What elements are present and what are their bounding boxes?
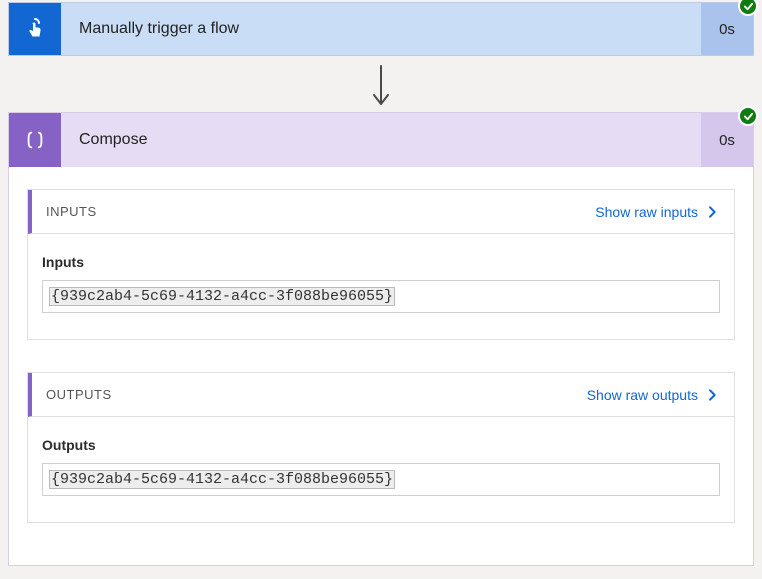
trigger-card[interactable]: Manually trigger a flow 0s xyxy=(8,2,754,56)
show-raw-inputs-label: Show raw inputs xyxy=(595,204,698,220)
compose-title: Compose xyxy=(61,113,701,167)
outputs-header-title: OUTPUTS xyxy=(46,387,112,402)
compose-body: INPUTS Show raw inputs Inputs {939c2ab4-… xyxy=(9,167,753,565)
show-raw-outputs-link[interactable]: Show raw outputs xyxy=(587,387,720,403)
compose-icon xyxy=(9,113,61,167)
touch-icon xyxy=(9,3,61,55)
compose-card: Compose 0s INPUTS Show raw inputs Inputs… xyxy=(8,112,754,566)
inputs-field-value[interactable]: {939c2ab4-5c69-4132-a4cc-3f088be96055} xyxy=(42,280,720,313)
chevron-right-icon xyxy=(704,387,720,403)
chevron-right-icon xyxy=(704,204,720,220)
connector-arrow-icon xyxy=(0,64,762,108)
inputs-header: INPUTS Show raw inputs xyxy=(28,190,734,234)
success-badge-icon xyxy=(738,0,758,16)
inputs-header-title: INPUTS xyxy=(46,204,97,219)
inputs-section: INPUTS Show raw inputs Inputs {939c2ab4-… xyxy=(27,189,735,340)
outputs-body: Outputs {939c2ab4-5c69-4132-a4cc-3f088be… xyxy=(28,417,734,522)
inputs-field-label: Inputs xyxy=(42,254,720,270)
outputs-header: OUTPUTS Show raw outputs xyxy=(28,373,734,417)
outputs-field-label: Outputs xyxy=(42,437,720,453)
trigger-title: Manually trigger a flow xyxy=(61,3,701,55)
show-raw-outputs-label: Show raw outputs xyxy=(587,387,698,403)
success-badge-icon xyxy=(738,106,758,126)
inputs-body: Inputs {939c2ab4-5c69-4132-a4cc-3f088be9… xyxy=(28,234,734,339)
outputs-section: OUTPUTS Show raw outputs Outputs {939c2a… xyxy=(27,372,735,523)
compose-header[interactable]: Compose 0s xyxy=(9,113,753,167)
show-raw-inputs-link[interactable]: Show raw inputs xyxy=(595,204,720,220)
outputs-field-value[interactable]: {939c2ab4-5c69-4132-a4cc-3f088be96055} xyxy=(42,463,720,496)
